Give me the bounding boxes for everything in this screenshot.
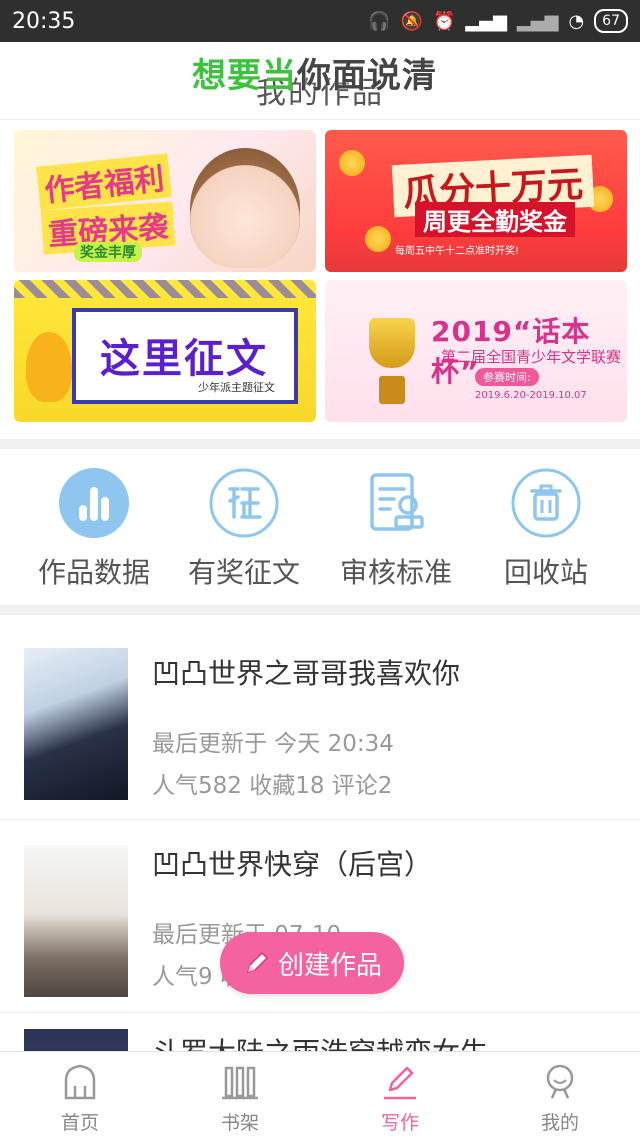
work-title: 凹凸世界快穿（后宫） <box>152 848 433 881</box>
quick-entry-review-standards[interactable]: 审核标准 <box>316 467 476 591</box>
work-last-updated: 最后更新于 今天 20:34 <box>152 731 394 757</box>
tab-label: 书架 <box>220 1112 259 1134</box>
bottom-tab-bar: 首页 书架 写作 我的 <box>0 1051 640 1138</box>
work-title: 凹凸世界之哥哥我喜欢你 <box>152 657 461 690</box>
quick-entry-label: 有奖征文 <box>187 556 300 589</box>
banner-weekly-bonus-note: 每周五中午十二点准时开奖! <box>395 246 520 257</box>
banner-weekly-bonus[interactable]: 瓜分十万元 周更全勤奖金 每周五中午十二点准时开奖! <box>325 130 627 272</box>
quick-entry-row: 作品数据 有奖征文 审核标准 回收站 <box>0 449 640 605</box>
create-work-label: 创建作品 <box>277 950 382 981</box>
overlay-caption-dark: 你面说清 <box>297 56 437 96</box>
quick-entry-label: 作品数据 <box>37 556 150 589</box>
tab-home[interactable]: 首页 <box>0 1062 160 1135</box>
banner-essay-contest[interactable]: 这里征文 少年派主题征文 <box>14 280 316 422</box>
profile-icon <box>546 1064 574 1099</box>
quick-entry-recycle-bin[interactable]: 回收站 <box>466 467 626 591</box>
bookshelf-icon <box>222 1066 258 1100</box>
section-divider <box>0 605 640 615</box>
bar-chart-icon <box>59 468 129 538</box>
coin-icon <box>365 226 391 252</box>
signal-icon: ▂▄▆ <box>465 10 507 32</box>
overlay-caption: 想要当你面说清 <box>192 48 437 97</box>
banner-author-benefits[interactable]: 作者福利 重磅来袭 奖金丰厚 <box>14 130 316 272</box>
document-review-icon <box>370 473 424 531</box>
banner-huaben-cup-subtitle: 第二届全国青少年文学联赛 <box>441 348 622 366</box>
create-work-button[interactable]: 创建作品 <box>220 932 404 994</box>
status-time: 20:35 <box>12 8 76 34</box>
alarm-icon: ⏰ <box>432 10 456 32</box>
status-icons: 🎧 🔕 ⏰ ▂▄▆ ▂▄▆ ◔ 67 <box>368 9 628 33</box>
work-stats: 人气582 收藏18 评论2 <box>152 773 393 799</box>
tab-profile[interactable]: 我的 <box>480 1062 640 1135</box>
quick-entry-label: 回收站 <box>503 556 588 589</box>
trophy-icon <box>369 318 415 368</box>
anime-girl-illustration <box>190 148 300 268</box>
section-divider <box>0 439 640 449</box>
tab-label: 首页 <box>60 1112 99 1134</box>
tab-writing[interactable]: 写作 <box>320 1062 480 1135</box>
wifi-icon: ◔ <box>568 10 585 32</box>
zheng-badge-icon <box>209 468 279 538</box>
quick-entry-label: 审核标准 <box>339 556 452 589</box>
quick-entry-works-data[interactable]: 作品数据 <box>14 467 174 591</box>
status-bar: 20:35 🎧 🔕 ⏰ ▂▄▆ ▂▄▆ ◔ 67 <box>0 0 640 42</box>
banner-essay-contest-tag: 少年派主题征文 <box>198 381 275 394</box>
page-header: 我的作品 想要当你面说清 <box>0 42 640 120</box>
overlay-caption-green: 想要当 <box>192 56 297 96</box>
duck-mascot-illustration <box>26 332 72 402</box>
pen-icon <box>384 1066 416 1100</box>
trash-icon <box>511 468 581 538</box>
banner-huaben-cup-button: 参赛时间: <box>475 368 539 386</box>
banner-essay-contest-title: 这里征文 <box>100 336 268 382</box>
banner-weekly-bonus-line2: 周更全勤奖金 <box>415 202 575 237</box>
banner-grid: 作者福利 重磅来袭 奖金丰厚 瓜分十万元 周更全勤奖金 每周五中午十二点准时开奖… <box>0 121 640 439</box>
battery-indicator: 67 <box>594 9 628 33</box>
mute-bell-icon: 🔕 <box>400 10 423 32</box>
tab-bookshelf[interactable]: 书架 <box>160 1062 320 1135</box>
signal-secondary-icon: ▂▄▆ <box>516 10 559 32</box>
trophy-base <box>379 376 405 404</box>
quick-entry-contest[interactable]: 有奖征文 <box>164 467 324 591</box>
decorative-stripes <box>14 280 316 298</box>
tab-label: 我的 <box>540 1112 579 1134</box>
pencil-icon <box>246 951 269 974</box>
banner-author-benefits-badge: 奖金丰厚 <box>74 242 142 262</box>
banner-huaben-cup-dates: 2019.6.20-2019.10.07 <box>475 390 587 401</box>
banner-huaben-cup[interactable]: 2019“话本杯” 第二届全国青少年文学联赛 参赛时间: 2019.6.20-2… <box>325 280 627 422</box>
tab-label: 写作 <box>380 1112 419 1134</box>
work-cover-image <box>24 845 128 997</box>
work-list-item[interactable]: 凹凸世界之哥哥我喜欢你 最后更新于 今天 20:34 人气582 收藏18 评论… <box>0 628 640 820</box>
coin-icon <box>339 150 365 176</box>
work-cover-image <box>24 648 128 800</box>
home-icon <box>64 1064 96 1100</box>
headphones-icon: 🎧 <box>368 10 391 32</box>
